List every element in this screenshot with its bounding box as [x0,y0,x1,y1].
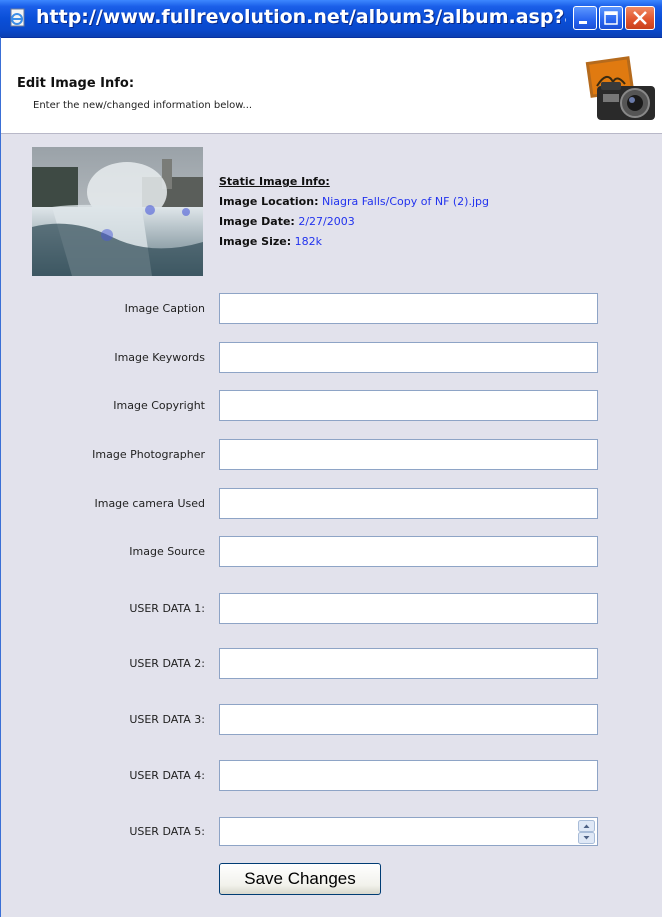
image-photographer-label: Image Photographer [92,448,205,461]
ie-page-icon [10,8,25,27]
user-data-4-label: USER DATA 4: [129,769,205,782]
close-button[interactable] [625,6,655,30]
page-subtitle: Enter the new/changed information below.… [33,100,253,111]
window-title-bar[interactable]: http://www.fullrevolution.net/album3/alb… [0,0,662,38]
camera-icon [583,53,655,120]
image-thumbnail [32,147,203,276]
maximize-icon [604,11,618,25]
image-caption-label: Image Caption [124,302,205,315]
image-size-row: Image Size: 182k [219,232,489,252]
user-data-5-scroll-arrows[interactable] [578,820,595,844]
user-data-1-input[interactable] [219,593,598,624]
image-size-label: Image Size: [219,235,292,248]
image-caption-input[interactable] [219,293,598,324]
static-image-info: Static Image Info: Image Location: Niagr… [219,172,489,252]
image-keywords-label: Image Keywords [114,351,205,364]
image-location-label: Image Location: [219,195,319,208]
user-data-2-input[interactable] [219,648,598,679]
user-data-5-label: USER DATA 5: [129,825,205,838]
static-info-heading: Static Image Info: [219,175,330,188]
image-keywords-input[interactable] [219,342,598,373]
window-title: http://www.fullrevolution.net/album3/alb… [36,6,566,28]
image-camera-input[interactable] [219,488,598,519]
image-copyright-label: Image Copyright [113,399,205,412]
image-date-value: 2/27/2003 [298,215,355,228]
dialog-header: Edit Image Info: Enter the new/changed i… [1,38,662,134]
user-data-1-label: USER DATA 1: [129,602,205,615]
image-source-input[interactable] [219,536,598,567]
maximize-button[interactable] [599,6,623,30]
window-border [0,37,1,917]
user-data-2-label: USER DATA 2: [129,657,205,670]
image-size-value: 182k [294,235,322,248]
user-data-3-label: USER DATA 3: [129,713,205,726]
image-date-label: Image Date: [219,215,295,228]
minimize-icon [579,21,587,24]
image-copyright-input[interactable] [219,390,598,421]
image-source-label: Image Source [129,545,205,558]
image-location-row: Image Location: Niagra Falls/Copy of NF … [219,192,489,212]
user-data-4-input[interactable] [219,760,598,791]
minimize-button[interactable] [573,6,597,30]
user-data-3-input[interactable] [219,704,598,735]
user-data-5-input[interactable] [219,817,598,846]
close-icon [633,11,647,25]
page-title: Edit Image Info: [17,76,135,91]
save-changes-button[interactable]: Save Changes [219,863,381,895]
image-date-row: Image Date: 2/27/2003 [219,212,489,232]
image-location-value: Niagra Falls/Copy of NF (2).jpg [321,195,489,208]
image-camera-label: Image camera Used [94,497,205,510]
image-photographer-input[interactable] [219,439,598,470]
